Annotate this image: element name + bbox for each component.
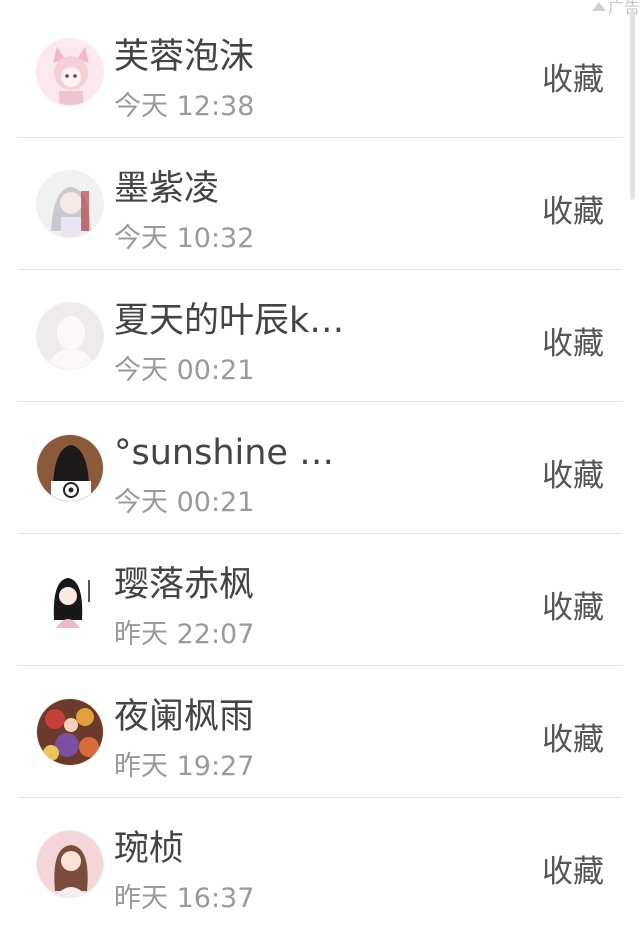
user-name: °sunshine 小…: [114, 433, 364, 473]
timestamp: 今天 10:32: [114, 223, 255, 254]
list-item[interactable]: 芙蓉泡沫 今天 12:38 收藏: [18, 6, 622, 138]
avatar[interactable]: [36, 566, 104, 634]
favorite-button[interactable]: 收藏: [542, 450, 604, 495]
avatar[interactable]: [36, 38, 104, 106]
user-name: 墨紫凌: [114, 169, 220, 209]
user-name: 琬桢: [114, 829, 185, 869]
avatar[interactable]: [36, 830, 104, 898]
avatar[interactable]: [36, 170, 104, 238]
timestamp: 今天 12:38: [114, 91, 255, 122]
timestamp: 昨天 16:37: [114, 883, 255, 914]
user-name: 璎落赤枫: [114, 565, 255, 605]
list-item[interactable]: 夏天的叶辰k… 今天 00:21 收藏: [18, 270, 622, 402]
user-list: 芙蓉泡沫 今天 12:38 收藏 墨紫凌 今天 10:32 收藏 夏天的叶辰k……: [0, 6, 640, 928]
avatar[interactable]: [36, 698, 104, 766]
timestamp: 昨天 22:07: [114, 619, 255, 650]
user-name: 夏天的叶辰k…: [114, 301, 345, 341]
favorite-button[interactable]: 收藏: [542, 582, 604, 627]
timestamp: 今天 00:21: [114, 355, 255, 386]
favorite-button[interactable]: 收藏: [542, 846, 604, 891]
favorite-button[interactable]: 收藏: [542, 318, 604, 363]
avatar[interactable]: [36, 302, 104, 370]
timestamp: 昨天 19:27: [114, 751, 255, 782]
list-item[interactable]: 璎落赤枫 昨天 22:07 收藏: [18, 534, 622, 666]
list-item[interactable]: 琬桢 昨天 16:37 收藏: [18, 798, 622, 928]
favorite-button[interactable]: 收藏: [542, 714, 604, 759]
list-item[interactable]: 夜阑枫雨 昨天 19:27 收藏: [18, 666, 622, 798]
user-name: 夜阑枫雨: [114, 697, 255, 737]
user-name: 芙蓉泡沫: [114, 37, 255, 77]
avatar[interactable]: [36, 434, 104, 502]
favorite-button[interactable]: 收藏: [542, 54, 604, 99]
list-item[interactable]: °sunshine 小… 今天 00:21 收藏: [18, 402, 622, 534]
list-item[interactable]: 墨紫凌 今天 10:32 收藏: [18, 138, 622, 270]
favorite-button[interactable]: 收藏: [542, 186, 604, 231]
favorites-list-screen: 广告 芙蓉泡沫 今天 12:38 收藏 墨紫凌 今天 10:32 收藏 夏天的叶…: [0, 0, 640, 928]
timestamp: 今天 00:21: [114, 487, 255, 518]
